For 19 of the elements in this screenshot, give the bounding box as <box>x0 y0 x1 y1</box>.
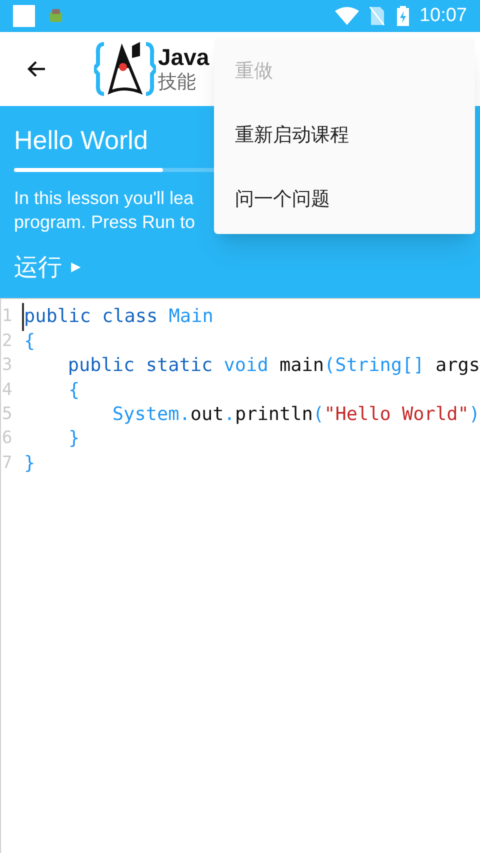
wifi-icon <box>335 7 360 25</box>
code-line: } <box>68 427 80 452</box>
lesson-description-line: In this lesson you'll lea <box>14 187 194 210</box>
battery-icon <box>397 6 410 26</box>
status-time: 10:07 <box>419 4 467 28</box>
code-line: System.out.println("Hello World") <box>111 402 480 427</box>
lesson-title: Hello World <box>14 124 148 156</box>
app-subtitle: 技能 <box>158 71 197 95</box>
menu-item[interactable]: 问一个问题 <box>214 168 475 232</box>
code-line: public class Main <box>22 303 214 332</box>
no-sim-icon <box>369 6 386 26</box>
code-line: { <box>68 378 80 402</box>
notification-square-icon <box>13 5 35 27</box>
code-line: public static void main(String[] args <box>66 354 480 378</box>
code-line: { <box>23 330 36 354</box>
code-line: } <box>23 452 36 476</box>
app-title: Java <box>158 43 210 71</box>
menu-item[interactable]: 重新启动课程 <box>214 104 475 168</box>
lesson-description-line: program. Press Run to <box>14 211 196 234</box>
